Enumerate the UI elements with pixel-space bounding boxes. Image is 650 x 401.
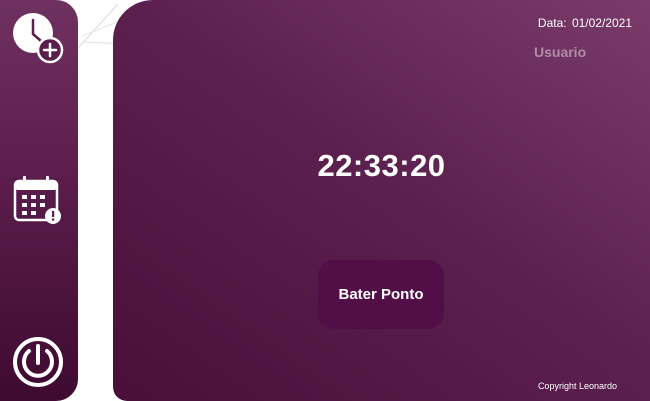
date-label: Data:	[537, 16, 567, 30]
date-value: 01/02/2021	[571, 16, 632, 30]
add-clock-icon	[13, 13, 64, 64]
add-clock-button[interactable]	[10, 10, 66, 66]
date-display: Data: 01/02/2021	[536, 16, 632, 30]
clock-display: 22:33:20	[317, 148, 446, 183]
app-window: Data: 01/02/2021 Usuario 22:33:20 Bater …	[0, 0, 650, 401]
sidebar	[0, 0, 78, 401]
punch-clock-button[interactable]: Bater Ponto	[318, 260, 444, 329]
power-button[interactable]	[10, 334, 66, 390]
power-icon	[13, 337, 63, 387]
user-name: Usuario	[534, 44, 587, 60]
copyright-text: Copyright Leonardo	[537, 381, 617, 391]
calendar-button[interactable]	[10, 172, 66, 228]
main-panel: Data: 01/02/2021 Usuario 22:33:20 Bater …	[113, 0, 650, 401]
calendar-alert-icon	[13, 176, 61, 224]
